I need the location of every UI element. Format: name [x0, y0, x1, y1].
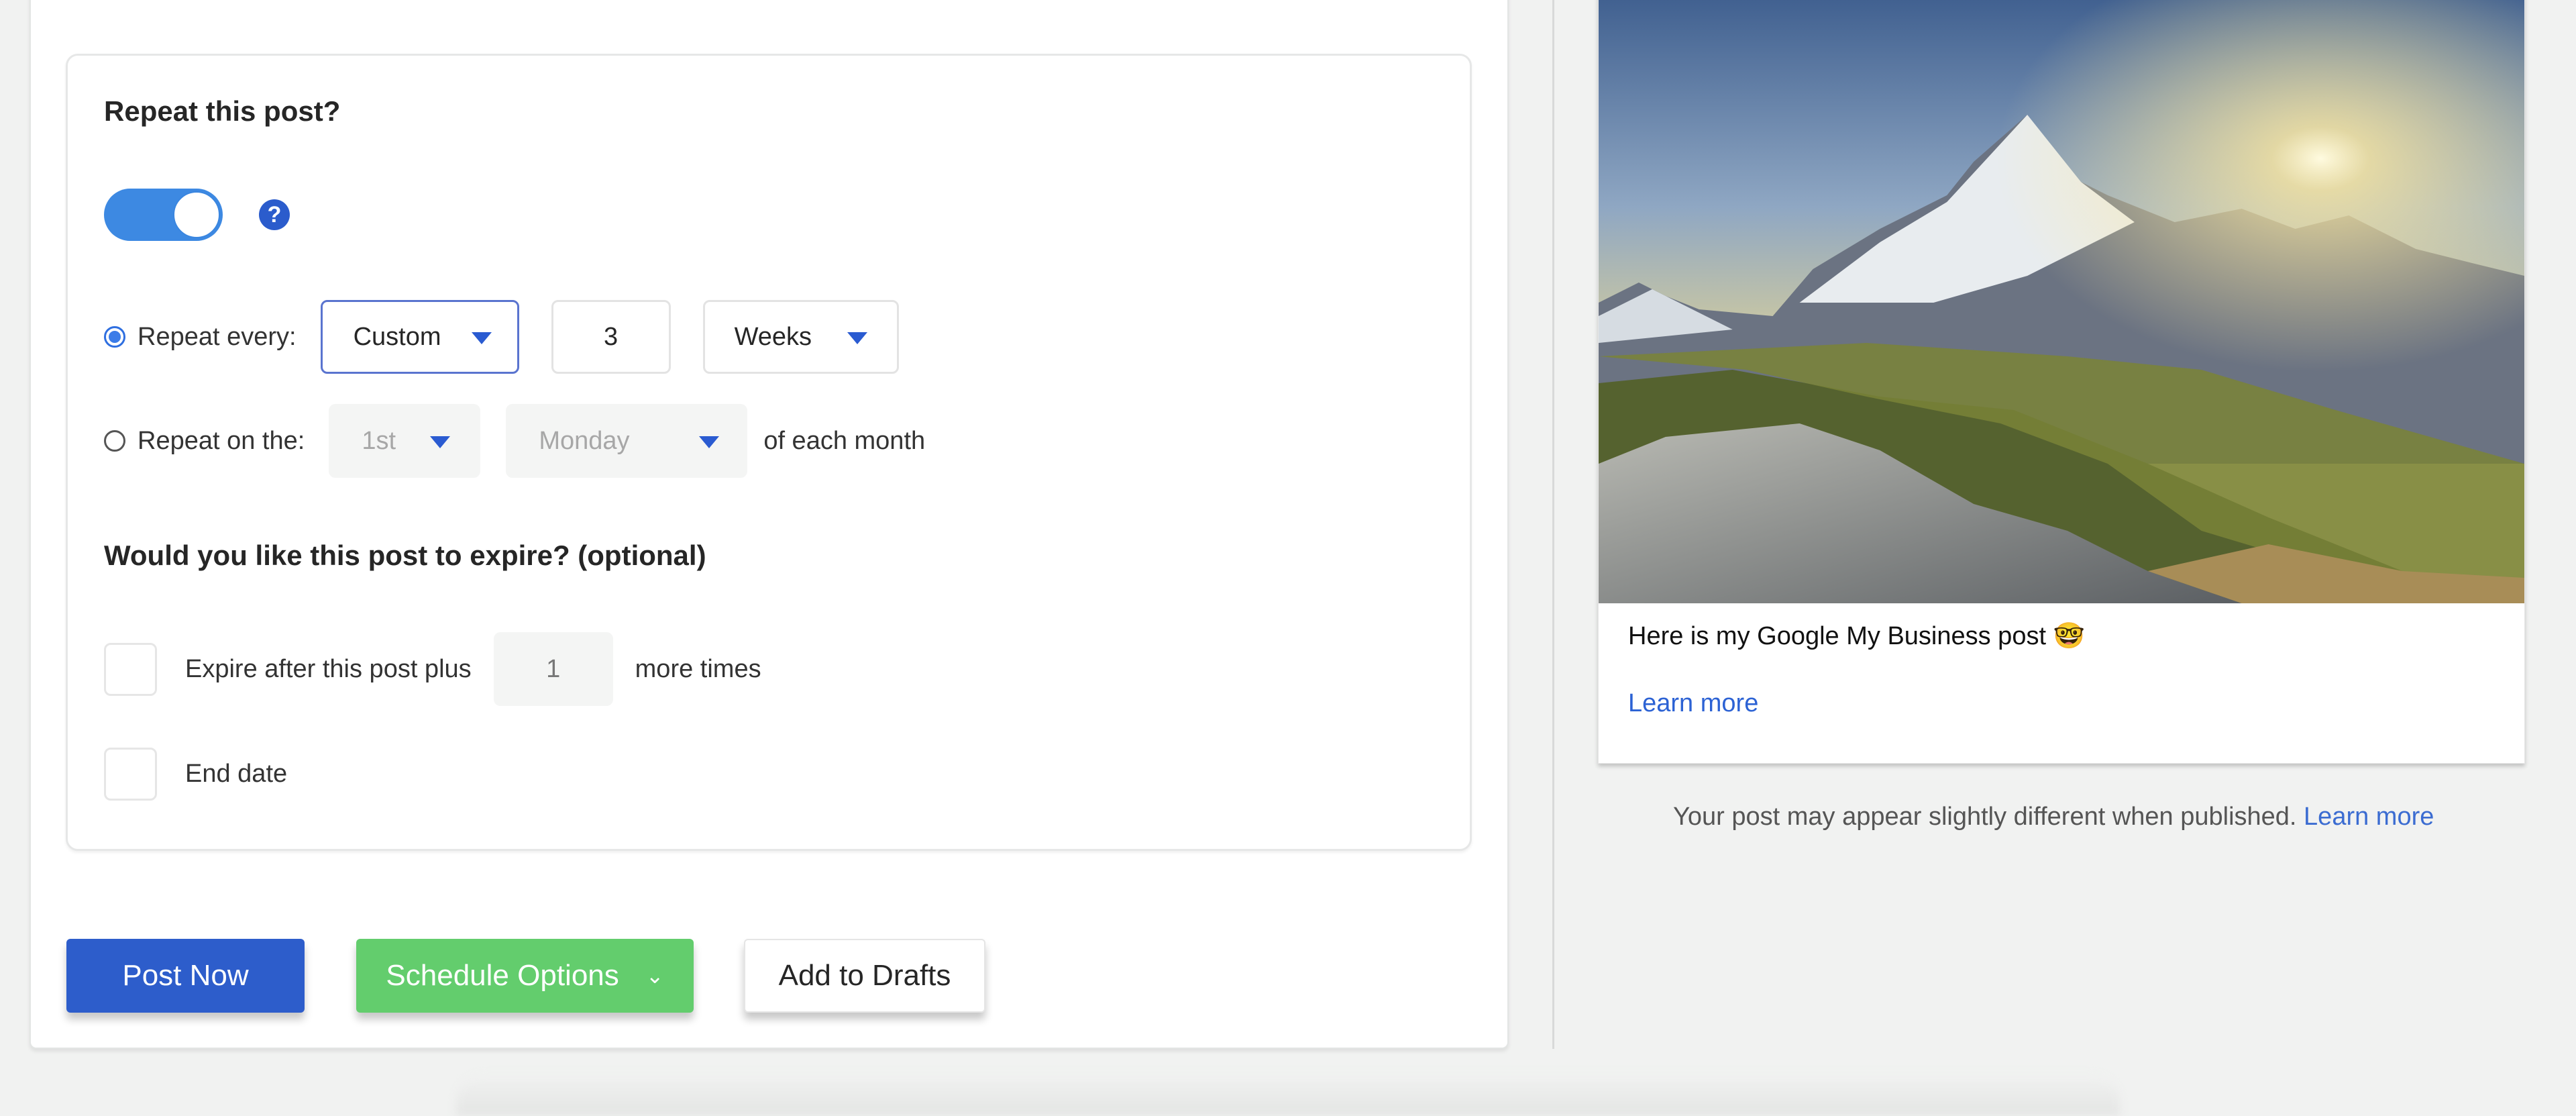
post-text: Here is my Google My Business post 🤓	[1628, 622, 2085, 650]
learn-more-link[interactable]: Learn more	[1628, 689, 1758, 718]
post-now-button[interactable]: Post Now	[66, 939, 305, 1013]
end-date-checkbox[interactable]	[104, 747, 157, 801]
month-suffix: of each month	[763, 426, 926, 455]
schedule-options-button[interactable]: Schedule Options ⌄	[356, 939, 694, 1013]
repeat-every-radio[interactable]	[104, 326, 125, 348]
disclaimer-learn-more-link[interactable]: Learn more	[2304, 803, 2434, 831]
toggle-knob	[173, 191, 220, 238]
post-now-label: Post Now	[122, 959, 249, 992]
repeat-on-radio[interactable]	[104, 430, 125, 452]
expire-heading: Would you like this post to expire? (opt…	[104, 540, 706, 571]
repeat-heading: Repeat this post?	[104, 95, 341, 127]
repeat-on-row: Repeat on the: 1st Monday of each month	[104, 404, 925, 478]
unit-value: Weeks	[734, 322, 812, 351]
more-times-label: more times	[635, 654, 761, 683]
expire-after-label: Expire after this post plus	[185, 654, 472, 683]
repeat-on-label: Repeat on the:	[138, 426, 305, 455]
preview-image	[1599, 0, 2524, 603]
unit-select[interactable]: Weeks	[702, 300, 899, 374]
caret-down-icon	[471, 332, 492, 344]
repeat-every-row: Repeat every: Custom 3 Weeks	[104, 300, 899, 374]
expire-after-row: Expire after this post plus 1 more times	[104, 632, 761, 706]
caret-down-icon	[430, 436, 451, 448]
schedule-options-label: Schedule Options	[386, 959, 619, 992]
repeat-toggle[interactable]	[104, 189, 223, 241]
weekday-select[interactable]: Monday	[506, 404, 748, 478]
frequency-select[interactable]: Custom	[320, 300, 519, 374]
caret-down-icon	[847, 332, 867, 344]
panel-divider	[1552, 0, 1554, 1049]
page: Repeat this post? ? Repeat every: Custom…	[0, 0, 2576, 1116]
caret-down-icon	[699, 436, 720, 448]
disclaimer-text: Your post may appear slightly different …	[1673, 803, 2297, 831]
expire-after-checkbox[interactable]	[104, 642, 157, 696]
ordinal-select[interactable]: 1st	[329, 404, 481, 478]
frequency-value: Custom	[353, 322, 441, 351]
interval-input[interactable]: 3	[551, 300, 671, 374]
question-circle-icon[interactable]: ?	[259, 199, 290, 230]
chevron-down-icon: ⌄	[645, 964, 664, 988]
ordinal-value: 1st	[362, 426, 396, 455]
expire-count-input[interactable]: 1	[493, 632, 613, 706]
add-to-drafts-label: Add to Drafts	[778, 959, 951, 992]
end-date-label: End date	[185, 759, 288, 788]
bottom-shadow	[456, 1074, 2120, 1116]
preview-disclaimer: Your post may appear slightly different …	[1673, 803, 2434, 831]
end-date-row: End date	[104, 747, 287, 801]
mountain-landscape-image	[1599, 0, 2524, 603]
post-preview-card: Here is my Google My Business post 🤓 Lea…	[1598, 0, 2525, 764]
repeat-every-label: Repeat every:	[138, 322, 297, 351]
add-to-drafts-button[interactable]: Add to Drafts	[744, 939, 985, 1013]
weekday-value: Monday	[539, 426, 630, 455]
